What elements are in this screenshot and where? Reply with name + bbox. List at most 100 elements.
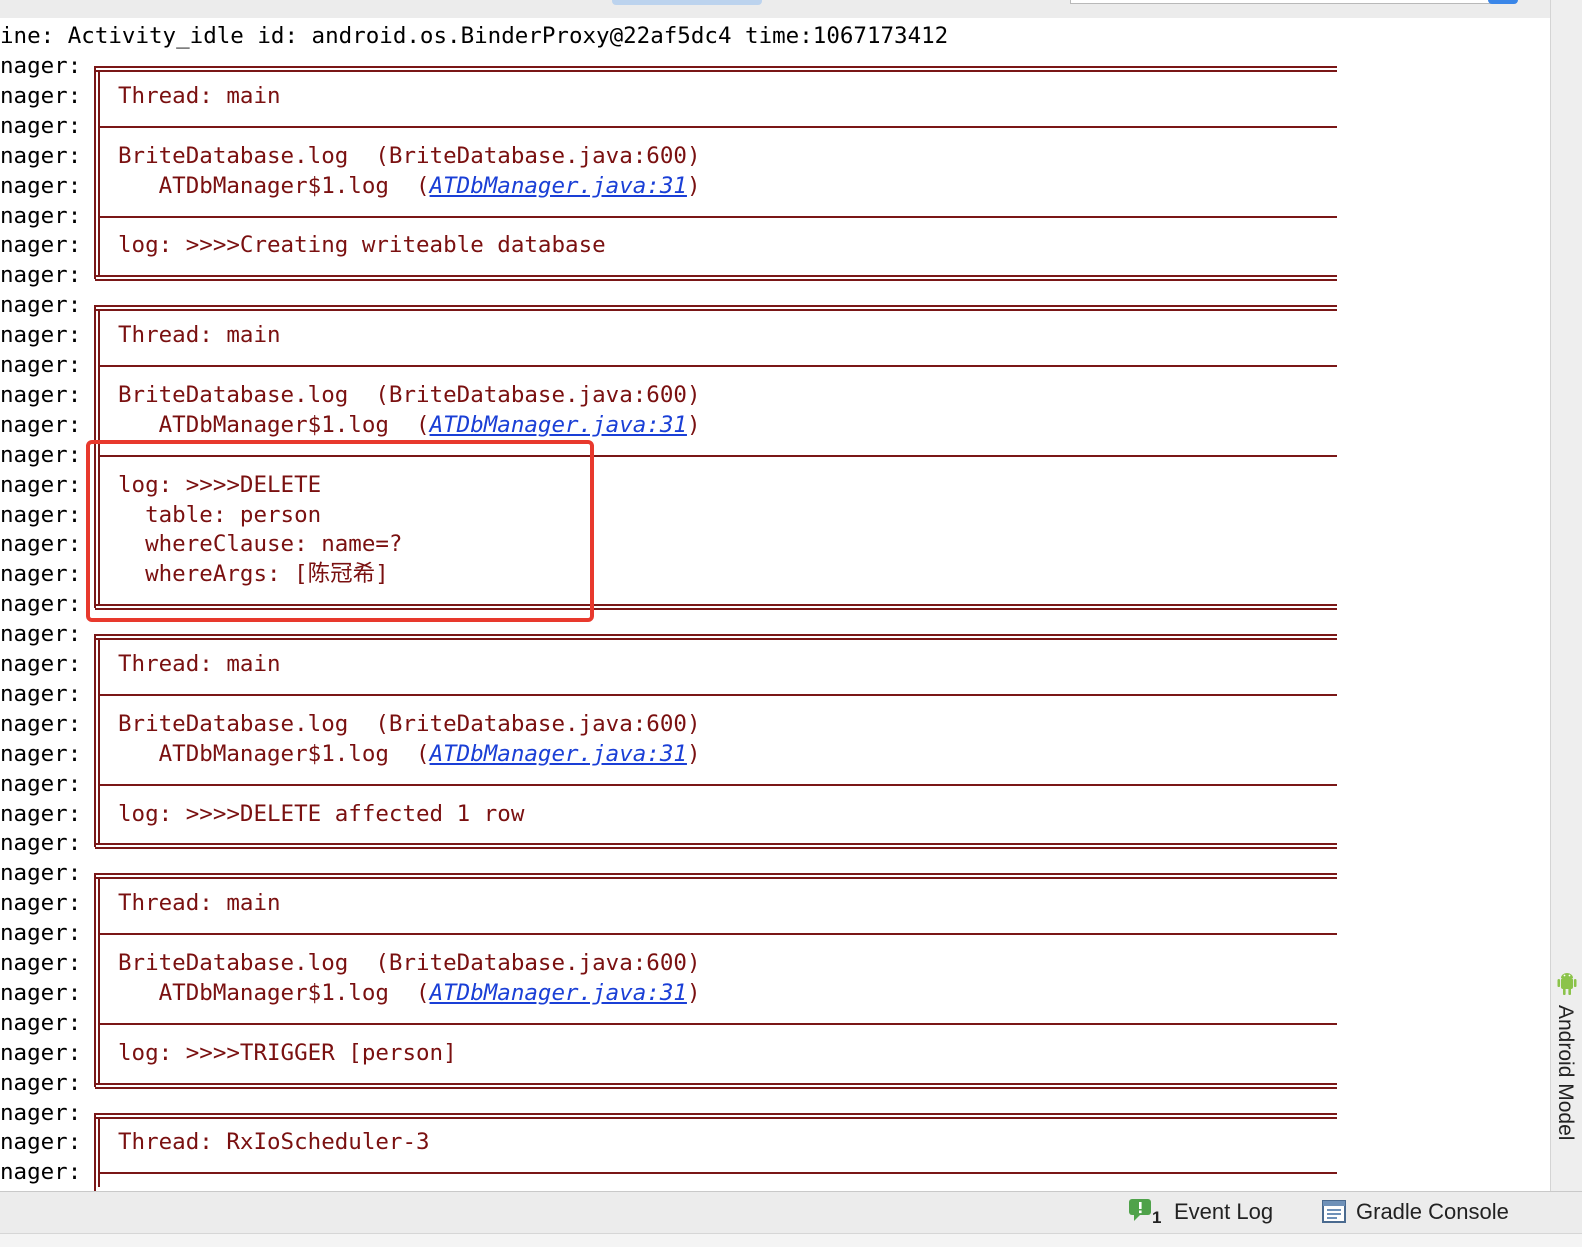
log-tag: nager:	[0, 979, 82, 1006]
source-link[interactable]: ATDbManager.java:31	[430, 173, 687, 199]
trace-line: ATDbManager$1.log (ATDbManager.java:31)	[118, 410, 701, 440]
block-left-border	[94, 634, 96, 848]
block-inner-border	[98, 1116, 100, 1187]
log-tag: nager:	[0, 1129, 82, 1156]
thread-separator	[98, 1172, 1337, 1175]
log-tag: nager:	[0, 202, 82, 229]
log-tag: nager:	[0, 381, 82, 408]
bottom-status-bar: 1 Event Log Gradle Console	[0, 1191, 1582, 1234]
android-robot-icon[interactable]	[1557, 972, 1577, 998]
trace-line: ATDbManager$1.log (ATDbManager.java:31)	[118, 739, 701, 769]
block-left-border	[94, 873, 96, 1087]
dropdown-button-edge[interactable]	[1488, 0, 1518, 4]
trace-line: ATDbManager$1.log (ATDbManager.java:31)	[118, 171, 701, 201]
thread-separator	[98, 365, 1337, 367]
block-top-rule	[95, 305, 1337, 312]
block-left-border	[94, 1112, 96, 1191]
log-tag: nager:	[0, 621, 82, 648]
trace-line: ATDbManager$1.log (ATDbManager.java:31)	[118, 978, 701, 1008]
android-model-label: Android Model	[1554, 1005, 1577, 1141]
event-log-icon	[1129, 1199, 1151, 1221]
block-bottom-rule	[95, 1082, 1337, 1089]
log-tag: nager:	[0, 950, 82, 976]
log-tag: nager:	[0, 501, 82, 528]
gradle-console-label: Gradle Console	[1356, 1199, 1509, 1224]
block-bottom-rule	[95, 275, 1337, 282]
selected-tab-edge[interactable]	[612, 0, 762, 5]
log-tag: nager:	[0, 112, 82, 139]
log-message: log: >>>>DELETE affected 1 row	[118, 800, 525, 827]
log-tag: nager:	[0, 680, 82, 707]
log-tag: nager:	[0, 262, 82, 289]
log-tag: nager:	[0, 1069, 82, 1096]
log-tag: nager:	[0, 800, 82, 827]
event-log-label: Event Log	[1174, 1199, 1274, 1224]
thread-label: Thread: main	[118, 322, 281, 349]
log-tag: nager:	[0, 1039, 82, 1066]
thread-label: Thread: main	[118, 651, 281, 677]
log-tag: nager:	[0, 53, 82, 79]
log-tag: nager:	[0, 1159, 82, 1186]
trace-line: BriteDatabase.log (BriteDatabase.java:60…	[118, 710, 701, 737]
trace-suffix: )	[686, 411, 701, 438]
log-tag: nager:	[0, 591, 82, 618]
log-tag: nager:	[0, 411, 82, 438]
log-tag: nager:	[0, 860, 82, 887]
log-tag: nager:	[0, 830, 82, 857]
top-toolbar-edge	[0, 0, 1550, 19]
trace-prefix: ATDbManager$1.log (	[118, 172, 430, 199]
log-tag: nager:	[0, 142, 82, 169]
log-tag: nager:	[0, 172, 82, 199]
log-tag: nager:	[0, 1009, 82, 1036]
log-tag: nager:	[0, 920, 82, 947]
trace-line: BriteDatabase.log (BriteDatabase.java:60…	[118, 142, 701, 169]
event-log-badge: 1	[1152, 1208, 1162, 1227]
trace-prefix: ATDbManager$1.log (	[118, 411, 430, 438]
source-link[interactable]: ATDbManager.java:31	[430, 980, 687, 1006]
log-message: log: >>>>Creating writeable database	[118, 232, 606, 259]
trace-prefix: ATDbManager$1.log (	[118, 979, 430, 1006]
trace-separator	[98, 1022, 1337, 1025]
log-tag: nager:	[0, 740, 82, 767]
block-top-rule	[95, 1112, 1337, 1119]
thread-label: Thread: RxIoScheduler-3	[118, 1129, 430, 1156]
log-tag: nager:	[0, 352, 82, 378]
log-header-line: ine: Activity_idle id: android.os.Binder…	[0, 23, 949, 49]
trace-line: BriteDatabase.log (BriteDatabase.java:60…	[118, 950, 701, 976]
log-tag: nager:	[0, 232, 82, 259]
block-top-rule	[95, 66, 1337, 72]
block-top-rule	[95, 634, 1337, 641]
thread-label: Thread: main	[118, 890, 281, 917]
log-tag: nager:	[0, 890, 82, 917]
block-bottom-rule	[95, 843, 1337, 850]
log-tag: nager:	[0, 82, 82, 109]
log-message: log: >>>>TRIGGER [person]	[118, 1039, 457, 1066]
search-field-edge[interactable]	[1070, 0, 1492, 4]
trace-separator	[98, 783, 1337, 786]
trace-suffix: )	[686, 979, 701, 1006]
android-model-tab[interactable]: Android Model	[1553, 1005, 1579, 1185]
log-tag: nager:	[0, 561, 82, 588]
trace-prefix: ATDbManager$1.log (	[118, 740, 430, 767]
log-tag: nager:	[0, 651, 82, 677]
source-link[interactable]: ATDbManager.java:31	[430, 741, 687, 767]
log-tag: nager:	[0, 322, 82, 349]
log-tag: nager:	[0, 292, 82, 319]
console-icon	[1322, 1200, 1346, 1223]
log-tag: nager:	[0, 531, 82, 558]
block-inner-border	[98, 70, 100, 276]
log-tag: nager:	[0, 770, 82, 797]
trace-line: BriteDatabase.log (BriteDatabase.java:60…	[118, 381, 701, 408]
thread-label: Thread: main	[118, 82, 281, 109]
block-left-border	[94, 66, 96, 280]
thread-separator	[98, 125, 1337, 128]
log-tag: nager:	[0, 471, 82, 498]
log-tag: nager:	[0, 1099, 82, 1126]
highlight-annotation-box	[86, 440, 594, 622]
thread-separator	[98, 693, 1337, 696]
block-top-rule	[95, 873, 1337, 880]
source-link[interactable]: ATDbManager.java:31	[430, 412, 687, 438]
trace-suffix: )	[686, 172, 701, 199]
thread-separator	[98, 933, 1337, 936]
block-inner-border	[98, 638, 100, 844]
